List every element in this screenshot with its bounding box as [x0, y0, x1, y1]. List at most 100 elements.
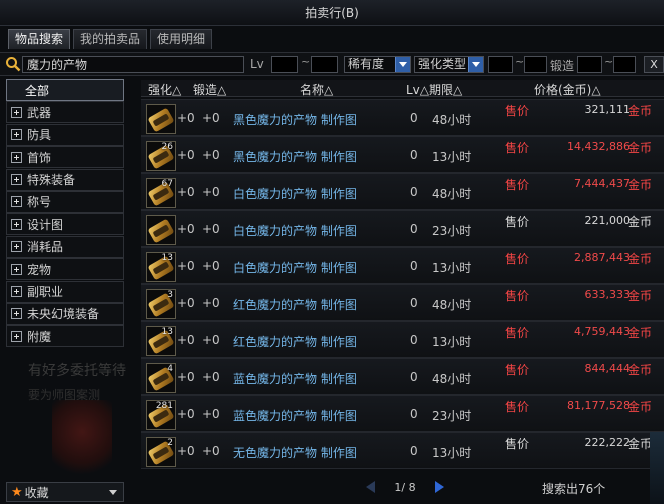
sort-lv-time[interactable]: Lv△期限△ — [406, 81, 462, 98]
auction-row[interactable]: 26 +0 +0 黑色魔力的产物 制作图 0 13小时 售价 14,432,88… — [141, 136, 664, 173]
auction-row[interactable]: 281 +0 +0 蓝色魔力的产物 制作图 0 23小时 售价 81,177,5… — [141, 395, 664, 432]
tab-bar: 物品搜索 我的拍卖品 使用明细 — [8, 29, 213, 49]
item-slot[interactable]: 13 — [146, 326, 176, 356]
forge-value: +0 — [202, 333, 220, 347]
category-label: 设计图 — [27, 217, 64, 232]
forge-value: +0 — [202, 148, 220, 162]
tab-my-auctions[interactable]: 我的拍卖品 — [73, 29, 148, 49]
forge-value: +0 — [202, 370, 220, 384]
auction-row[interactable]: 2 +0 +0 无色魔力的产物 制作图 0 13小时 售价 222,222 金币 — [141, 432, 664, 469]
item-slot[interactable]: 3 — [146, 289, 176, 319]
forge-value: +0 — [202, 185, 220, 199]
sort-name[interactable]: 名称△ — [300, 81, 333, 98]
star-icon: ★ — [11, 484, 23, 500]
stack-count: 26 — [161, 142, 173, 152]
stack-count: 281 — [155, 401, 173, 411]
sale-label: 售价 — [505, 252, 530, 266]
auction-row[interactable]: 3 +0 +0 红色魔力的产物 制作图 0 48小时 售价 633,333 金币 — [141, 284, 664, 321]
window-title: 拍卖行(B) — [0, 0, 664, 26]
time-left: 23小时 — [432, 409, 472, 423]
favorites-dropdown[interactable]: ★ 收藏 — [6, 482, 124, 502]
tab-item-search[interactable]: 物品搜索 — [8, 29, 71, 49]
level-value: 0 — [410, 333, 418, 347]
category-label: 消耗品 — [27, 240, 64, 255]
enhance-value: +0 — [177, 444, 195, 458]
enhance-value: +0 — [177, 333, 195, 347]
category-item[interactable]: 设计图 — [6, 213, 124, 236]
rarity-select-label: 稀有度 — [348, 57, 385, 71]
forge-min-input[interactable] — [577, 56, 602, 73]
category-item[interactable]: 特殊装备 — [6, 168, 124, 191]
price-unit: 金币 — [627, 215, 652, 229]
item-slot[interactable]: 4 — [146, 363, 176, 393]
enhance-value: +0 — [177, 407, 195, 421]
sort-enhance[interactable]: 强化△ — [148, 81, 181, 98]
auction-row[interactable]: 4 +0 +0 蓝色魔力的产物 制作图 0 48小时 售价 844,444 金币 — [141, 358, 664, 395]
stack-count: 2 — [167, 438, 173, 448]
category-item[interactable]: 首饰 — [6, 146, 124, 169]
expand-icon — [11, 129, 22, 141]
item-slot[interactable]: 67 — [146, 178, 176, 208]
stack-count: 3 — [167, 290, 173, 300]
time-left: 23小时 — [432, 224, 472, 238]
category-item[interactable]: 附魔 — [6, 325, 124, 348]
stack-count: 4 — [167, 364, 173, 374]
level-value: 0 — [410, 296, 418, 310]
item-slot[interactable]: 281 — [146, 400, 176, 430]
chevron-down-icon — [468, 57, 483, 72]
level-value: 0 — [410, 444, 418, 458]
price-unit: 金币 — [627, 252, 652, 266]
tab-usage-details[interactable]: 使用明细 — [150, 29, 213, 49]
auction-row[interactable]: 67 +0 +0 白色魔力的产物 制作图 0 48小时 售价 7,444,437… — [141, 173, 664, 210]
price-value: 4,759,443 — [574, 325, 630, 338]
item-slot[interactable]: 26 — [146, 141, 176, 171]
expand-icon — [11, 106, 22, 118]
level-value: 0 — [410, 407, 418, 421]
category-item[interactable]: 未央幻境装备 — [6, 302, 124, 325]
enhance-value: +0 — [177, 259, 195, 273]
auction-row[interactable]: 13 +0 +0 白色魔力的产物 制作图 0 13小时 售价 2,887,443… — [141, 247, 664, 284]
category-item[interactable]: 消耗品 — [6, 235, 124, 258]
scroll-icon — [147, 218, 175, 244]
sort-forge[interactable]: 锻造△ — [193, 81, 226, 98]
auction-row[interactable]: +0 +0 白色魔力的产物 制作图 0 23小时 售价 221,000 金币 — [141, 210, 664, 247]
category-item[interactable]: 宠物 — [6, 258, 124, 281]
item-slot[interactable] — [146, 215, 176, 245]
item-name: 白色魔力的产物 制作图 — [233, 224, 357, 238]
lv-max-input[interactable] — [311, 56, 338, 73]
forge-label: 锻造 — [550, 59, 575, 73]
sort-price[interactable]: 价格(金币)△ — [534, 81, 601, 98]
rarity-select[interactable]: 稀有度 — [344, 56, 411, 73]
enhance-max-input[interactable] — [524, 56, 547, 73]
category-item[interactable]: 称号 — [6, 190, 124, 213]
sale-label: 售价 — [505, 104, 530, 118]
results-list: +0 +0 黑色魔力的产物 制作图 0 48小时 售价 321,111 金币 2… — [141, 99, 664, 469]
auction-row[interactable]: +0 +0 黑色魔力的产物 制作图 0 48小时 售价 321,111 金币 — [141, 99, 664, 136]
category-all[interactable]: 全部 — [6, 79, 124, 101]
enhance-type-select[interactable]: 强化类型 — [414, 56, 484, 73]
search-icon[interactable] — [5, 56, 21, 72]
item-slot[interactable] — [146, 104, 176, 134]
enhance-min-input[interactable] — [488, 56, 513, 73]
forge-max-input[interactable] — [613, 56, 636, 73]
background-character — [52, 400, 112, 480]
search-input[interactable] — [22, 56, 244, 73]
side-decoration — [650, 432, 664, 504]
category-item[interactable]: 防具 — [6, 123, 124, 146]
expand-icon — [11, 241, 22, 253]
price-value: 2,887,443 — [574, 251, 630, 264]
expand-icon — [11, 218, 22, 230]
item-slot[interactable]: 2 — [146, 437, 176, 467]
prev-arrow-icon[interactable] — [363, 479, 379, 495]
auction-row[interactable]: 13 +0 +0 红色魔力的产物 制作图 0 13小时 售价 4,759,443… — [141, 321, 664, 358]
time-left: 48小时 — [432, 187, 472, 201]
lv-min-input[interactable] — [271, 56, 298, 73]
clear-button[interactable]: X — [644, 56, 664, 73]
item-slot[interactable]: 13 — [146, 252, 176, 282]
category-item[interactable]: 副职业 — [6, 280, 124, 303]
level-value: 0 — [410, 148, 418, 162]
category-item[interactable]: 武器 — [6, 101, 124, 124]
expand-icon — [11, 174, 22, 186]
forge-value: +0 — [202, 296, 220, 310]
next-arrow-icon[interactable] — [431, 479, 447, 495]
